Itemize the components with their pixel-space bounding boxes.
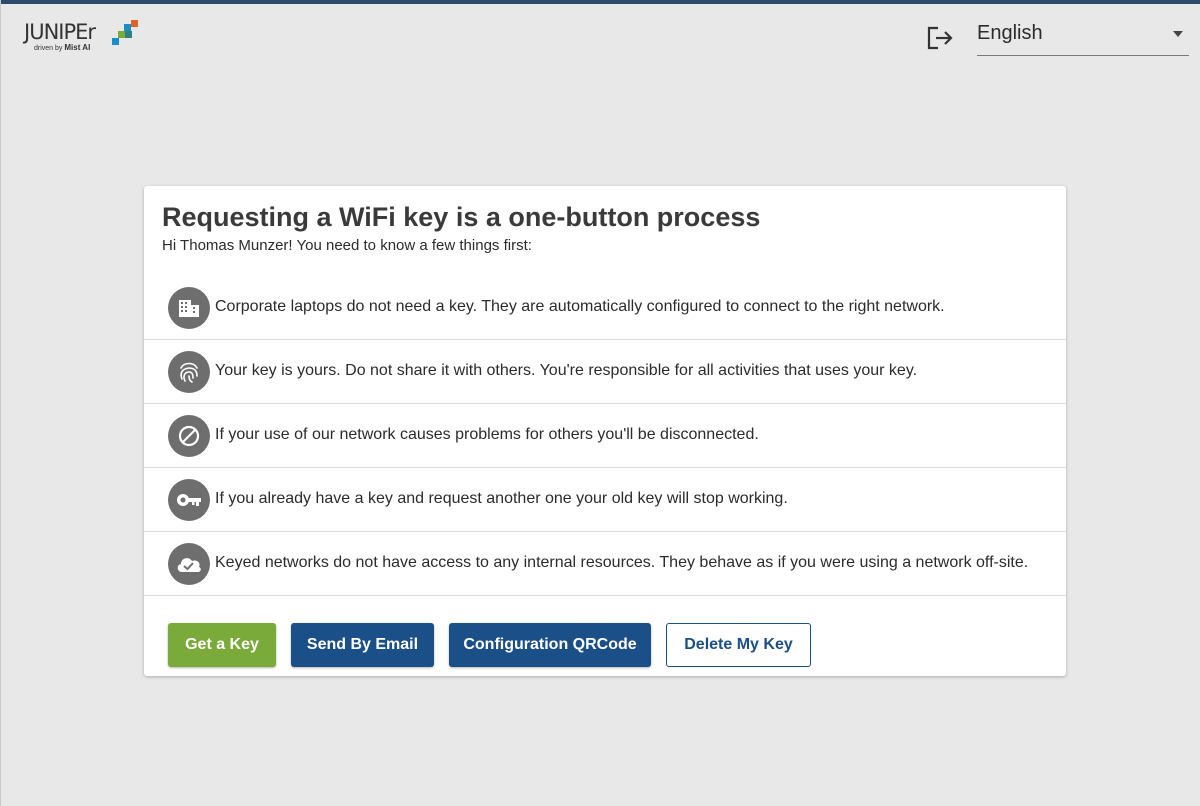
info-list: Corporate laptops do not need a key. The… <box>144 276 1066 596</box>
logo-tagline-prefix: driven by <box>34 45 63 52</box>
list-item-text: Keyed networks do not have access to any… <box>215 554 1029 571</box>
chevron-down-icon <box>1173 31 1183 37</box>
logo-square-orange <box>131 20 138 27</box>
list-item: Keyed networks do not have access to any… <box>144 532 1066 596</box>
cloud-check-icon <box>168 543 210 585</box>
logo-square-teal <box>125 31 132 38</box>
list-item-text: Your key is yours. Do not share it with … <box>215 362 918 379</box>
list-item: If you already have a key and request an… <box>144 468 1066 532</box>
logout-button[interactable] <box>926 25 954 51</box>
logout-icon <box>927 26 953 50</box>
list-item: Your key is yours. Do not share it with … <box>144 340 1066 404</box>
language-select[interactable]: English <box>977 16 1189 56</box>
list-item-text: If your use of our network causes proble… <box>215 426 759 443</box>
fingerprint-icon <box>168 351 210 393</box>
get-key-button[interactable]: Get a Key <box>168 623 276 667</box>
logo-wordmark: JUNIPEr <box>24 20 96 44</box>
window-edge <box>0 0 1 806</box>
logo-tagline-brand: Mist AI <box>64 43 91 52</box>
logo-tagline: driven by Mist AI <box>34 43 90 52</box>
card-subtitle: Hi Thomas Munzer! You need to know a few… <box>162 237 532 254</box>
wifi-key-card: Requesting a WiFi key is a one-button pr… <box>144 186 1066 676</box>
juniper-logo: JUNIPEr driven by Mist AI <box>24 20 144 54</box>
logo-square-blue <box>124 24 131 31</box>
configuration-qrcode-button[interactable]: Configuration QRCode <box>449 623 651 667</box>
list-item: If your use of our network causes proble… <box>144 404 1066 468</box>
top-accent-bar <box>0 0 1200 4</box>
logo-square-blue-2 <box>112 38 119 45</box>
building-icon <box>168 287 210 329</box>
block-icon <box>168 415 210 457</box>
key-icon <box>168 479 210 521</box>
list-item-text: If you already have a key and request an… <box>215 490 788 507</box>
card-title: Requesting a WiFi key is a one-button pr… <box>162 202 761 232</box>
send-by-email-button[interactable]: Send By Email <box>291 623 434 667</box>
list-item: Corporate laptops do not need a key. The… <box>144 276 1066 340</box>
logo-square-green <box>118 31 125 38</box>
language-selected: English <box>977 22 1043 44</box>
list-item-text: Corporate laptops do not need a key. The… <box>215 298 945 315</box>
delete-my-key-button[interactable]: Delete My Key <box>666 623 811 667</box>
